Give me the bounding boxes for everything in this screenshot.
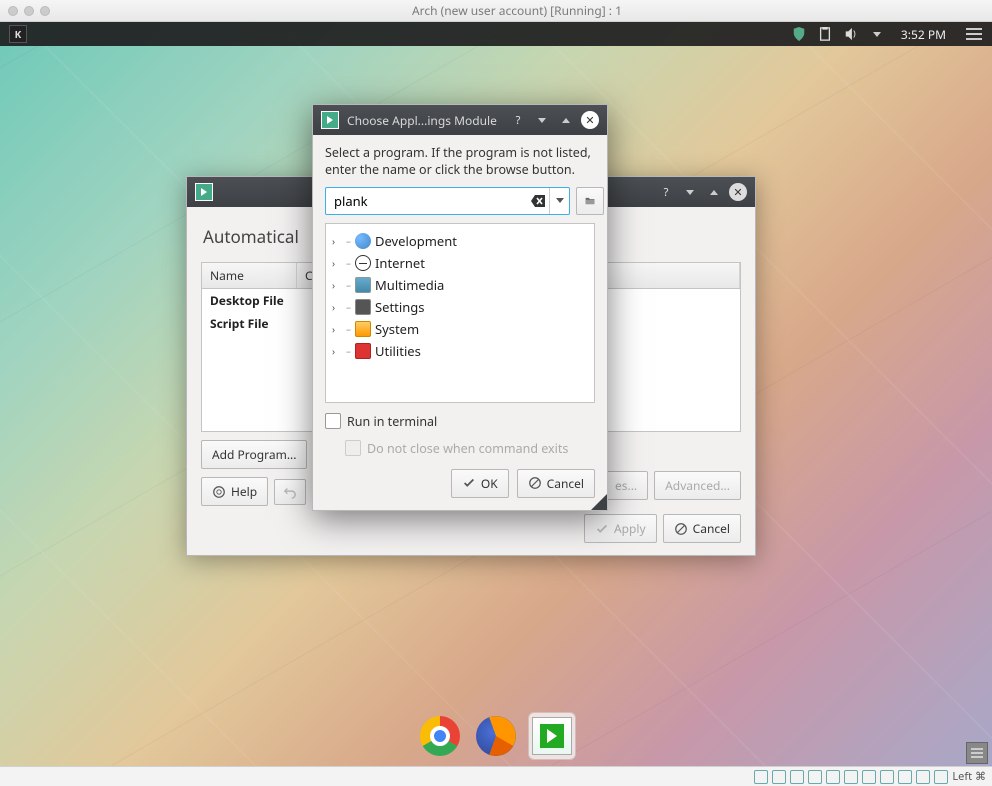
volume-tray-icon[interactable] bbox=[843, 26, 859, 42]
dock-item-chrome[interactable] bbox=[416, 712, 464, 760]
tree-item-utilities[interactable]: ›–Utilities bbox=[330, 340, 590, 362]
tree-item-development[interactable]: ›–Development bbox=[330, 230, 590, 252]
firefox-icon bbox=[476, 716, 516, 756]
col-name[interactable]: Name bbox=[202, 263, 297, 288]
vm-optical-icon[interactable] bbox=[772, 770, 786, 784]
tray-expand-icon[interactable] bbox=[869, 26, 885, 42]
vm-another-icon[interactable] bbox=[916, 770, 930, 784]
browse-button[interactable] bbox=[576, 187, 604, 215]
vm-capture-icon[interactable] bbox=[880, 770, 894, 784]
tree-item-internet[interactable]: ›–Internet bbox=[330, 252, 590, 274]
minimize-icon[interactable] bbox=[681, 183, 699, 201]
vm-record-icon[interactable] bbox=[898, 770, 912, 784]
dock bbox=[410, 708, 582, 764]
settings-icon bbox=[355, 299, 371, 315]
vm-hostkey-icon[interactable] bbox=[934, 770, 948, 784]
vm-usb-icon[interactable] bbox=[808, 770, 822, 784]
host-key-label: Left ⌘ bbox=[952, 769, 986, 784]
minimize-icon[interactable] bbox=[533, 111, 551, 129]
dialog-titlebar[interactable]: Choose Appl...ings Module ? ✕ bbox=[313, 105, 607, 135]
vm-display-icon[interactable] bbox=[844, 770, 858, 784]
no-close-label: Do not close when command exits bbox=[367, 440, 568, 457]
clipboard-tray-icon[interactable] bbox=[817, 26, 833, 42]
close-icon[interactable]: ✕ bbox=[729, 183, 747, 201]
help-icon[interactable]: ? bbox=[657, 183, 675, 201]
kde-menu-icon[interactable]: K bbox=[9, 25, 27, 43]
maximize-icon[interactable] bbox=[705, 183, 723, 201]
system-icon bbox=[355, 321, 371, 337]
resize-grip[interactable] bbox=[591, 494, 607, 510]
close-icon[interactable]: ✕ bbox=[581, 111, 599, 129]
undo-button[interactable] bbox=[274, 479, 306, 505]
help-icon[interactable]: ? bbox=[509, 111, 527, 129]
run-in-terminal-label: Run in terminal bbox=[347, 413, 437, 430]
chrome-icon bbox=[420, 716, 460, 756]
run-in-terminal-row[interactable]: Run in terminal bbox=[325, 413, 595, 430]
tree-item-settings[interactable]: ›–Settings bbox=[330, 296, 590, 318]
app-tree[interactable]: ›–Development ›–Internet ›–Multimedia ›–… bbox=[325, 223, 595, 403]
clock[interactable]: 3:52 PM bbox=[895, 26, 952, 43]
ok-button[interactable]: OK bbox=[451, 469, 509, 498]
kcm-icon bbox=[532, 717, 572, 755]
choose-app-dialog: Choose Appl...ings Module ? ✕ Select a p… bbox=[312, 104, 608, 511]
help-label: Help bbox=[231, 483, 257, 500]
advanced-button[interactable]: Advanced... bbox=[654, 471, 741, 500]
vm-shared-icon[interactable] bbox=[826, 770, 840, 784]
no-close-row: Do not close when command exits bbox=[345, 440, 595, 457]
app-search-combo bbox=[325, 187, 570, 215]
apply-button[interactable]: Apply bbox=[584, 514, 657, 543]
properties-button[interactable]: es... bbox=[604, 471, 648, 500]
vm-seamless-icon[interactable] bbox=[862, 770, 876, 784]
autostart-title-icon bbox=[195, 183, 213, 201]
help-button[interactable]: Help bbox=[201, 477, 268, 506]
clear-icon[interactable] bbox=[527, 188, 549, 214]
cancel-button[interactable]: Cancel bbox=[663, 514, 741, 543]
host-window-title: Arch (new user account) [Running] : 1 bbox=[50, 2, 984, 19]
tree-item-system[interactable]: ›–System bbox=[330, 318, 590, 340]
top-panel: K 3:52 PM bbox=[0, 22, 992, 46]
dock-item-systemsettings[interactable] bbox=[528, 712, 576, 760]
dialog-cancel-button[interactable]: Cancel bbox=[517, 469, 595, 498]
desktop-toolbox-icon[interactable] bbox=[966, 742, 988, 764]
utilities-icon bbox=[355, 343, 371, 359]
no-close-checkbox bbox=[345, 440, 361, 456]
add-program-button[interactable]: Add Program... bbox=[201, 440, 307, 469]
dialog-title-icon bbox=[321, 111, 339, 129]
maximize-icon[interactable] bbox=[557, 111, 575, 129]
desktop: K 3:52 PM ? ✕ Automatical bbox=[0, 22, 992, 766]
dialog-instructions: Select a program. If the program is not … bbox=[325, 145, 595, 179]
vm-disk-icon[interactable] bbox=[754, 770, 768, 784]
development-icon bbox=[355, 233, 371, 249]
run-in-terminal-checkbox[interactable] bbox=[325, 413, 341, 429]
vm-net-icon[interactable] bbox=[790, 770, 804, 784]
dock-item-firefox[interactable] bbox=[472, 712, 520, 760]
panel-menu-icon[interactable] bbox=[966, 28, 982, 40]
tree-item-multimedia[interactable]: ›–Multimedia bbox=[330, 274, 590, 296]
shield-tray-icon[interactable] bbox=[791, 26, 807, 42]
traffic-lights[interactable] bbox=[8, 6, 50, 16]
app-search-input[interactable] bbox=[326, 188, 527, 214]
host-titlebar: Arch (new user account) [Running] : 1 bbox=[0, 0, 992, 22]
globe-icon bbox=[355, 255, 371, 271]
host-status-bar: Left ⌘ bbox=[0, 766, 992, 786]
dialog-title: Choose Appl...ings Module bbox=[347, 112, 509, 129]
multimedia-icon bbox=[355, 277, 371, 293]
dropdown-icon[interactable] bbox=[549, 188, 569, 214]
